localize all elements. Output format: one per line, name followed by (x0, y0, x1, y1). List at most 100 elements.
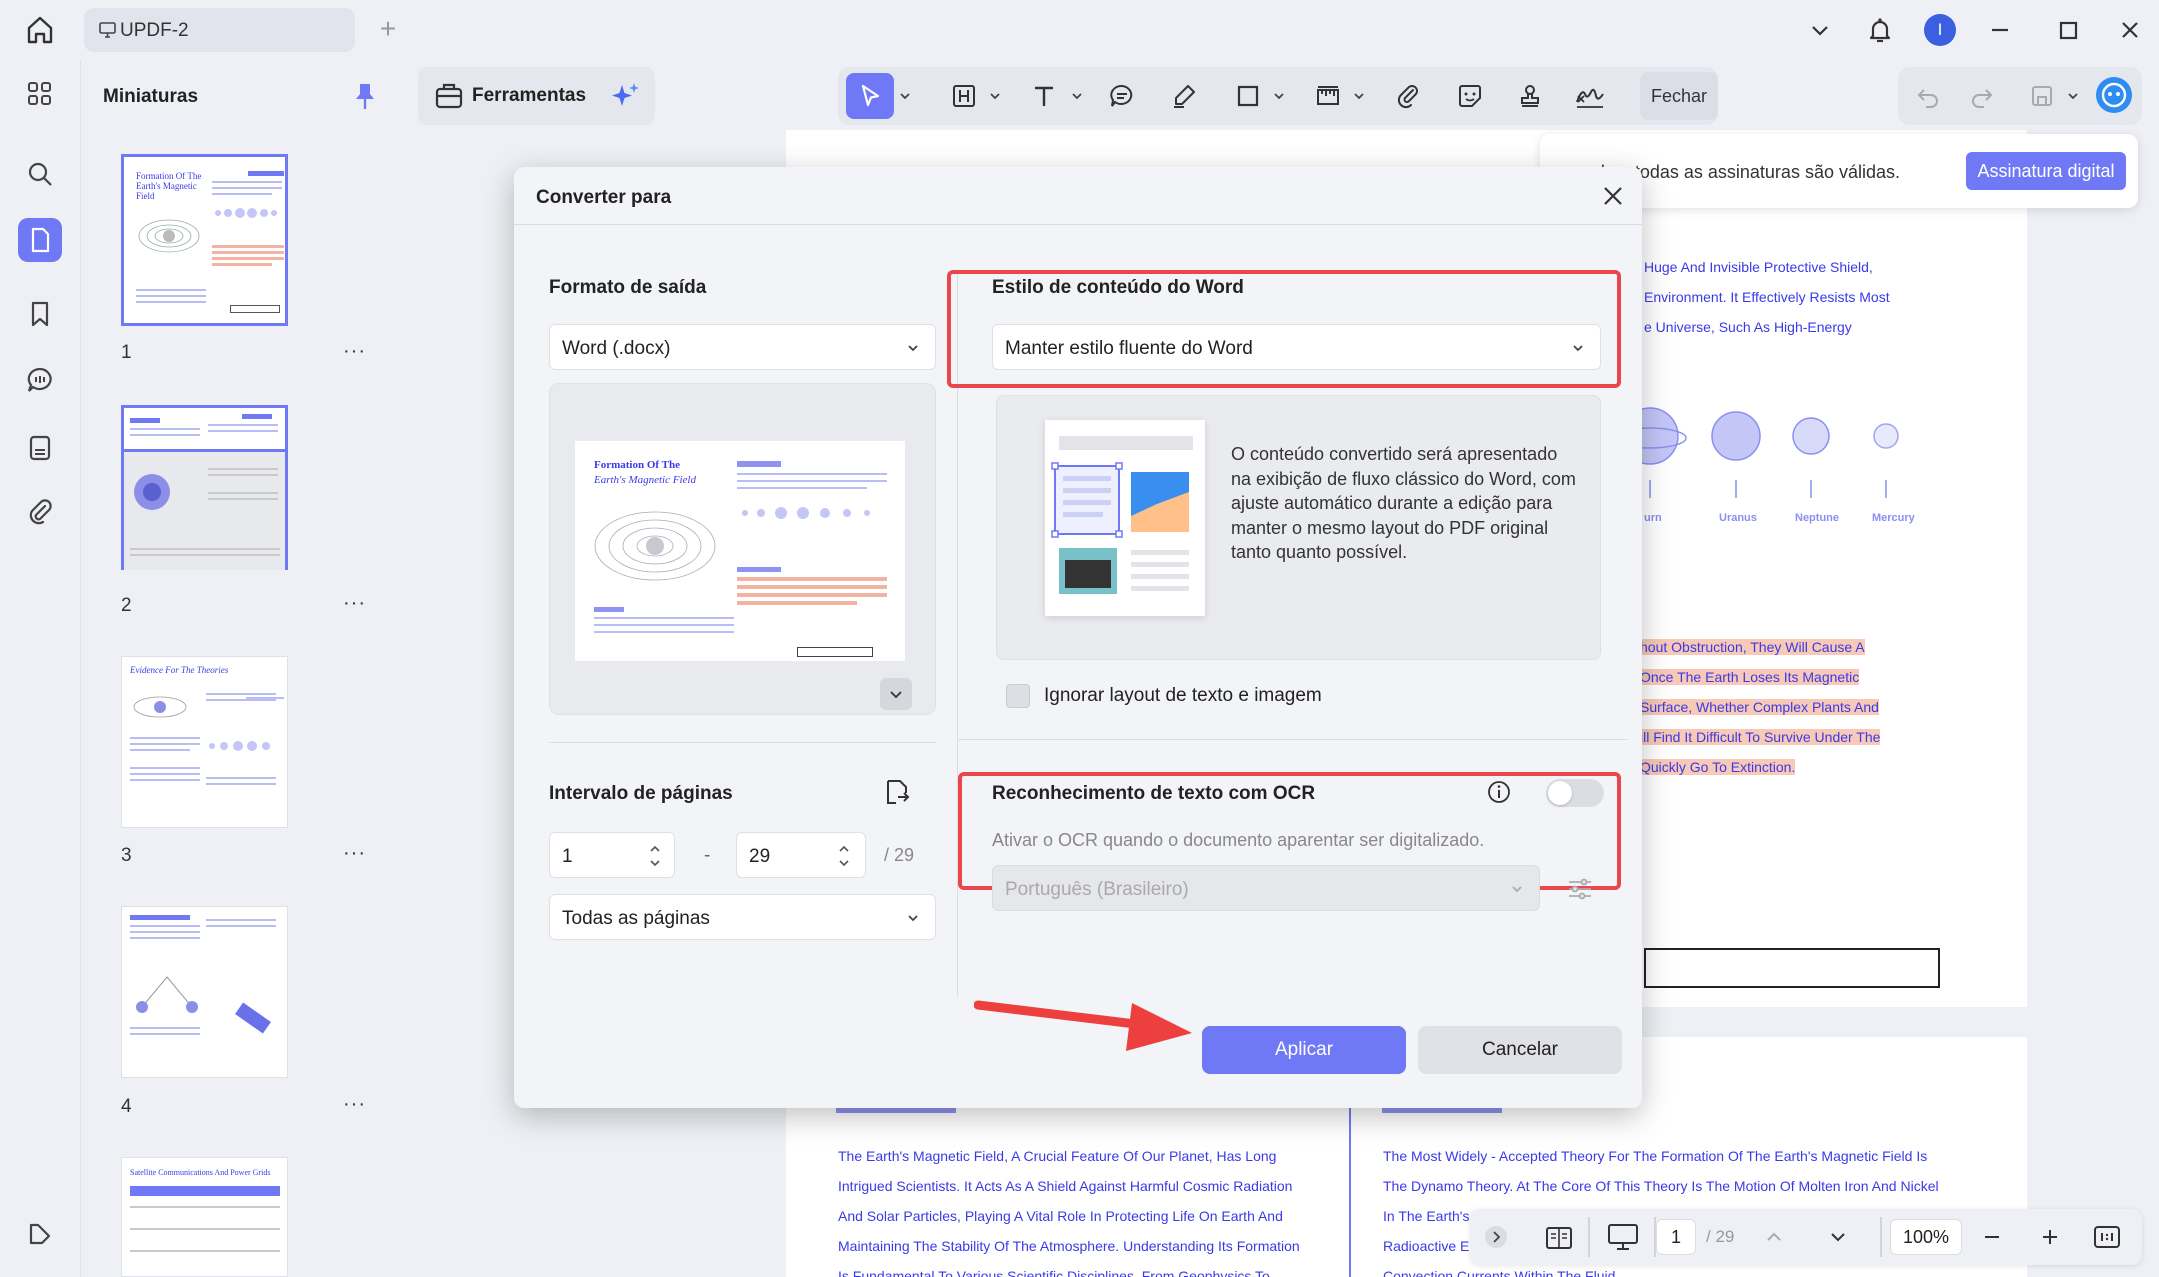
chevron-down-icon (908, 345, 918, 352)
home-icon[interactable] (20, 12, 60, 48)
cancel-button[interactable]: Cancelar (1418, 1026, 1622, 1074)
preview-expand-chevron-icon[interactable] (880, 678, 912, 710)
highlighter-tool-icon[interactable] (1164, 77, 1204, 115)
sticker-tool-icon[interactable] (1450, 77, 1490, 115)
stepper-arrows-icon[interactable] (648, 841, 662, 871)
zoom-level[interactable]: 100% (1890, 1219, 1962, 1255)
chevron-down-icon[interactable] (1352, 89, 1366, 103)
page-range-swap-icon[interactable] (880, 775, 914, 809)
heading-tool-icon[interactable] (944, 77, 984, 115)
grid-apps-icon[interactable] (18, 72, 62, 116)
rectangle-tool-icon[interactable] (1228, 77, 1268, 115)
magnetic-field-figure (594, 511, 716, 581)
thumbnails-page-icon[interactable] (18, 218, 62, 262)
thumbnail-number: 1 (121, 342, 132, 363)
apply-button[interactable]: Aplicar (1202, 1026, 1406, 1074)
page-thumbnail-2[interactable] (121, 405, 288, 570)
chevron-down-icon[interactable] (1070, 89, 1084, 103)
close-icon[interactable] (1598, 181, 1628, 211)
chevron-down-icon (1573, 345, 1583, 352)
zoom-in-icon[interactable] (2038, 1225, 2062, 1249)
presentation-icon[interactable] (1606, 1221, 1640, 1253)
theme-icon[interactable] (18, 1212, 62, 1256)
digital-signature-button[interactable]: Assinatura digital (1966, 152, 2126, 190)
range-dash: - (704, 845, 711, 866)
avatar[interactable]: I (1922, 12, 1958, 48)
range-total: / 29 (884, 845, 915, 865)
zoom-out-icon[interactable] (1980, 1225, 2004, 1249)
range-from-stepper[interactable]: 1 (549, 832, 675, 878)
main-toolbar (838, 67, 1718, 125)
ocr-language-select[interactable]: Português (Brasileiro) (992, 865, 1540, 911)
chevron-down-icon[interactable] (988, 89, 1002, 103)
actual-size-icon[interactable] (2092, 1223, 2122, 1251)
page-thumbnail-3[interactable]: Evidence For The Theories (121, 656, 288, 828)
thumbnails-panel: Miniaturas Formation Of The Earth's Magn… (80, 60, 408, 1277)
info-icon[interactable] (1486, 779, 1512, 805)
bookmark-icon[interactable] (18, 292, 62, 336)
chevron-down-icon[interactable] (1272, 89, 1286, 103)
word-style-value: Manter estilo fluente do Word (1005, 338, 1253, 359)
range-to-stepper[interactable]: 29 (736, 832, 866, 878)
undo-icon[interactable] (1908, 77, 1948, 115)
word-style-description: O conteúdo convertido será apresentado n… (1231, 444, 1576, 562)
comment-tool-icon[interactable] (1102, 77, 1142, 115)
chevron-right-icon[interactable] (1484, 1225, 1508, 1249)
thumbnail-more-icon[interactable]: ··· (343, 340, 366, 363)
document-tab[interactable]: UPDF-2 (84, 8, 355, 52)
attachment-icon[interactable] (18, 490, 62, 534)
ocr-toggle[interactable] (1546, 779, 1604, 807)
ai-sparkle-icon[interactable] (608, 79, 642, 113)
stamp-tool-icon[interactable] (1510, 77, 1550, 115)
thumbnail-more-icon[interactable]: ··· (343, 592, 366, 615)
minimize-icon[interactable] (1982, 12, 2018, 48)
select-cursor-tool[interactable] (846, 73, 894, 119)
page-thumbnail-4[interactable] (121, 906, 288, 1078)
save-icon[interactable] (2022, 77, 2062, 115)
ignore-layout-label: Ignorar layout de texto e imagem (1044, 685, 1322, 706)
dialog-title: Converter para (536, 187, 672, 208)
page-total: / 29 (1706, 1227, 1735, 1246)
thumb-heading: Evidence For The Theories (130, 665, 229, 675)
chevron-down-icon (908, 915, 918, 922)
signature-tool-icon[interactable] (1570, 77, 1610, 115)
output-format-select[interactable]: Word (.docx) (549, 324, 936, 370)
stamp-page-icon[interactable] (18, 426, 62, 470)
thumbnail-number: 4 (121, 1096, 132, 1117)
word-style-select[interactable]: Manter estilo fluente do Word (992, 324, 1601, 370)
page2-left-text: The Earth's Magnetic Field, A Crucial Fe… (838, 1148, 1300, 1277)
new-tab-plus-icon[interactable]: + (374, 15, 402, 44)
chevron-down-icon[interactable] (898, 89, 912, 103)
close-tools-button[interactable]: Fechar (1640, 72, 1718, 120)
chevron-down-icon[interactable] (1802, 12, 1838, 48)
convert-dialog: Converter para Formato de saída Word (.d… (514, 167, 1642, 1108)
search-icon[interactable] (18, 152, 62, 196)
thumbnail-more-icon[interactable]: ··· (343, 1093, 366, 1116)
pin-icon[interactable] (351, 80, 379, 112)
chevron-down-icon[interactable] (2066, 89, 2080, 103)
thumbnail-more-icon[interactable]: ··· (343, 842, 366, 865)
comment-icon[interactable] (18, 358, 62, 402)
pages-option-select[interactable]: Todas as páginas (549, 894, 936, 940)
text-tool-icon[interactable] (1024, 77, 1064, 115)
tools-button[interactable]: Ferramentas (418, 67, 655, 125)
ocr-settings-sliders-icon[interactable] (1566, 875, 1594, 903)
word-style-label: Estilo de conteúdo do Word (992, 277, 1244, 298)
ignore-layout-checkbox[interactable] (1006, 684, 1030, 708)
maximize-icon[interactable] (2050, 12, 2086, 48)
thumbnail-number: 3 (121, 845, 132, 866)
paperclip-tool-icon[interactable] (1388, 77, 1428, 115)
page-number-input[interactable]: 1 (1656, 1219, 1696, 1255)
red-arrow-annotation (974, 1000, 1192, 1051)
page-thumbnail-5[interactable]: Satellite Communications And Power Grids (121, 1157, 288, 1277)
next-page-icon[interactable] (1826, 1225, 1850, 1249)
page-thumbnail-1[interactable]: Formation Of The Earth's Magnetic Field (121, 154, 288, 326)
stepper-arrows-icon[interactable] (837, 841, 851, 871)
bell-icon[interactable] (1862, 12, 1898, 48)
redo-icon[interactable] (1962, 77, 2002, 115)
ai-assistant-icon[interactable] (2094, 76, 2134, 114)
reading-mode-icon[interactable] (1544, 1223, 1574, 1253)
close-window-icon[interactable] (2112, 12, 2148, 48)
measure-tool-icon[interactable] (1308, 77, 1348, 115)
prev-page-icon[interactable] (1762, 1225, 1786, 1249)
